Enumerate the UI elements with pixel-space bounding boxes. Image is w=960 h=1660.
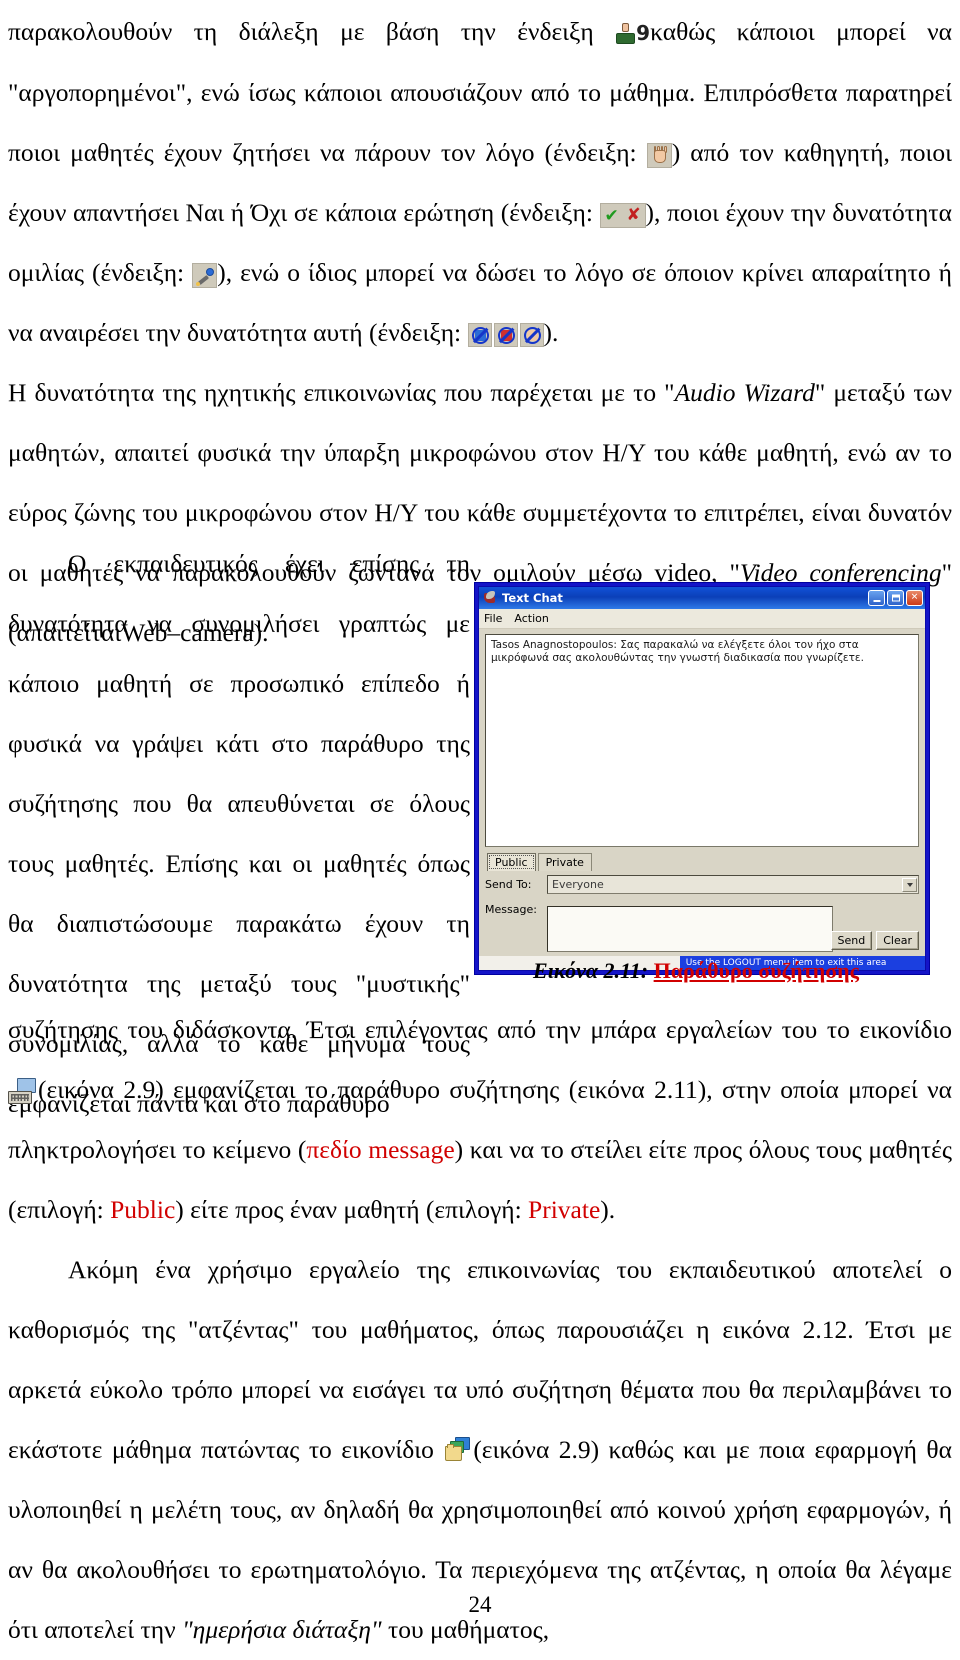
yes-no-icon: ✔ ✘ xyxy=(599,202,646,228)
send-to-row: Send To: Everyone xyxy=(485,875,919,894)
window-menubar: File Action xyxy=(479,609,925,629)
window-title: Text Chat xyxy=(502,591,563,605)
speech-control-icons xyxy=(467,322,544,348)
send-button[interactable]: Send xyxy=(830,931,873,950)
minimize-button[interactable] xyxy=(868,590,885,606)
tab-public[interactable]: Public xyxy=(487,853,536,871)
chat-log-message: Tasos Anagnostopoulos: Σας παρακαλώ να ε… xyxy=(491,639,864,664)
attendance-count-label: 9 xyxy=(636,21,651,45)
chevron-down-icon[interactable] xyxy=(902,877,917,892)
paragraph-5-part-c: του μαθήματος, xyxy=(381,1615,550,1644)
message-area: Send Clear xyxy=(547,906,919,952)
window-titlebar[interactable]: Text Chat ✕ xyxy=(479,587,925,609)
message-row: Message: Send Clear xyxy=(485,900,919,952)
document-page: παρακολουθούν τη διάλεξη με βάση την ένδ… xyxy=(0,0,960,1644)
attendance-person-icon xyxy=(615,22,636,46)
chat-log-panel[interactable]: Tasos Anagnostopoulos: Σας παρακαλώ να ε… xyxy=(485,634,919,847)
paragraph-4-part-e: ). xyxy=(600,1195,616,1224)
message-input[interactable] xyxy=(547,906,833,952)
bottom-text-block: συζήτησης του διδάσκοντα. Έτσι επιλέγοντ… xyxy=(8,1000,952,1660)
app-icon xyxy=(483,591,497,605)
message-buttons: Send Clear xyxy=(830,906,919,950)
paragraph-4-part-a: συζήτησης του διδάσκοντα. Έτσι επιλέγοντ… xyxy=(8,1015,952,1044)
close-button[interactable]: ✕ xyxy=(906,590,923,606)
paragraph-1-part-f: ). xyxy=(543,318,559,347)
paragraph-5-part-a: Ακόμη ένα χρήσιμο εργαλείο της επικοινων… xyxy=(8,1255,952,1464)
text-chat-screenshot: Text Chat ✕ File Action Tasos Anagnostop… xyxy=(474,582,930,977)
paragraph-2-emphasis-1: Audio Wizard xyxy=(674,378,815,407)
public-option-highlight: Public xyxy=(110,1195,176,1224)
menu-item-action[interactable]: Action xyxy=(514,612,548,625)
send-to-select[interactable]: Everyone xyxy=(547,875,919,894)
send-to-value: Everyone xyxy=(552,878,604,891)
send-to-label: Send To: xyxy=(485,878,532,891)
paragraph-1: παρακολουθούν τη διάλεξη με βάση την ένδ… xyxy=(8,2,952,363)
audience-tabs: Public Private xyxy=(487,851,919,871)
message-field-highlight: πεδίο message xyxy=(306,1135,455,1164)
chat-toolbar-icon xyxy=(8,1077,38,1107)
titlebar-buttons: ✕ xyxy=(868,590,923,606)
message-label: Message: xyxy=(485,903,537,916)
clear-button[interactable]: Clear xyxy=(876,931,919,950)
paragraph-5-emphasis: "ημερήσια διάταξη" xyxy=(181,1615,382,1644)
text-chat-window: Text Chat ✕ File Action Tasos Anagnostop… xyxy=(474,582,930,975)
menu-item-file[interactable]: File xyxy=(484,612,502,625)
paragraph-4-part-d: ) είτε προς έναν μαθητή (επιλογή: xyxy=(175,1195,529,1224)
microphone-icon xyxy=(192,262,218,288)
figure-caption: Εικόνα 2.11: Παράθυρο συζήτησης xyxy=(466,958,926,984)
caption-name: Παράθυρο συζήτησης xyxy=(653,958,859,983)
private-option-highlight: Private xyxy=(528,1195,601,1224)
caption-number: Εικόνα 2.11: xyxy=(533,958,649,983)
agenda-toolbar-icon xyxy=(443,1437,473,1467)
raise-hand-icon xyxy=(646,142,672,168)
tab-private[interactable]: Private xyxy=(537,853,592,871)
paragraph-4: συζήτησης του διδάσκοντα. Έτσι επιλέγοντ… xyxy=(8,1000,952,1240)
maximize-button[interactable] xyxy=(887,590,904,606)
paragraph-1-part-a: παρακολουθούν τη διάλεξη με βάση την ένδ… xyxy=(8,17,594,46)
text-chat-window-inner: Text Chat ✕ File Action Tasos Anagnostop… xyxy=(478,586,926,971)
page-number: 24 xyxy=(468,1592,492,1617)
chat-compose-area: Public Private Send To: Everyone Message… xyxy=(479,847,925,956)
